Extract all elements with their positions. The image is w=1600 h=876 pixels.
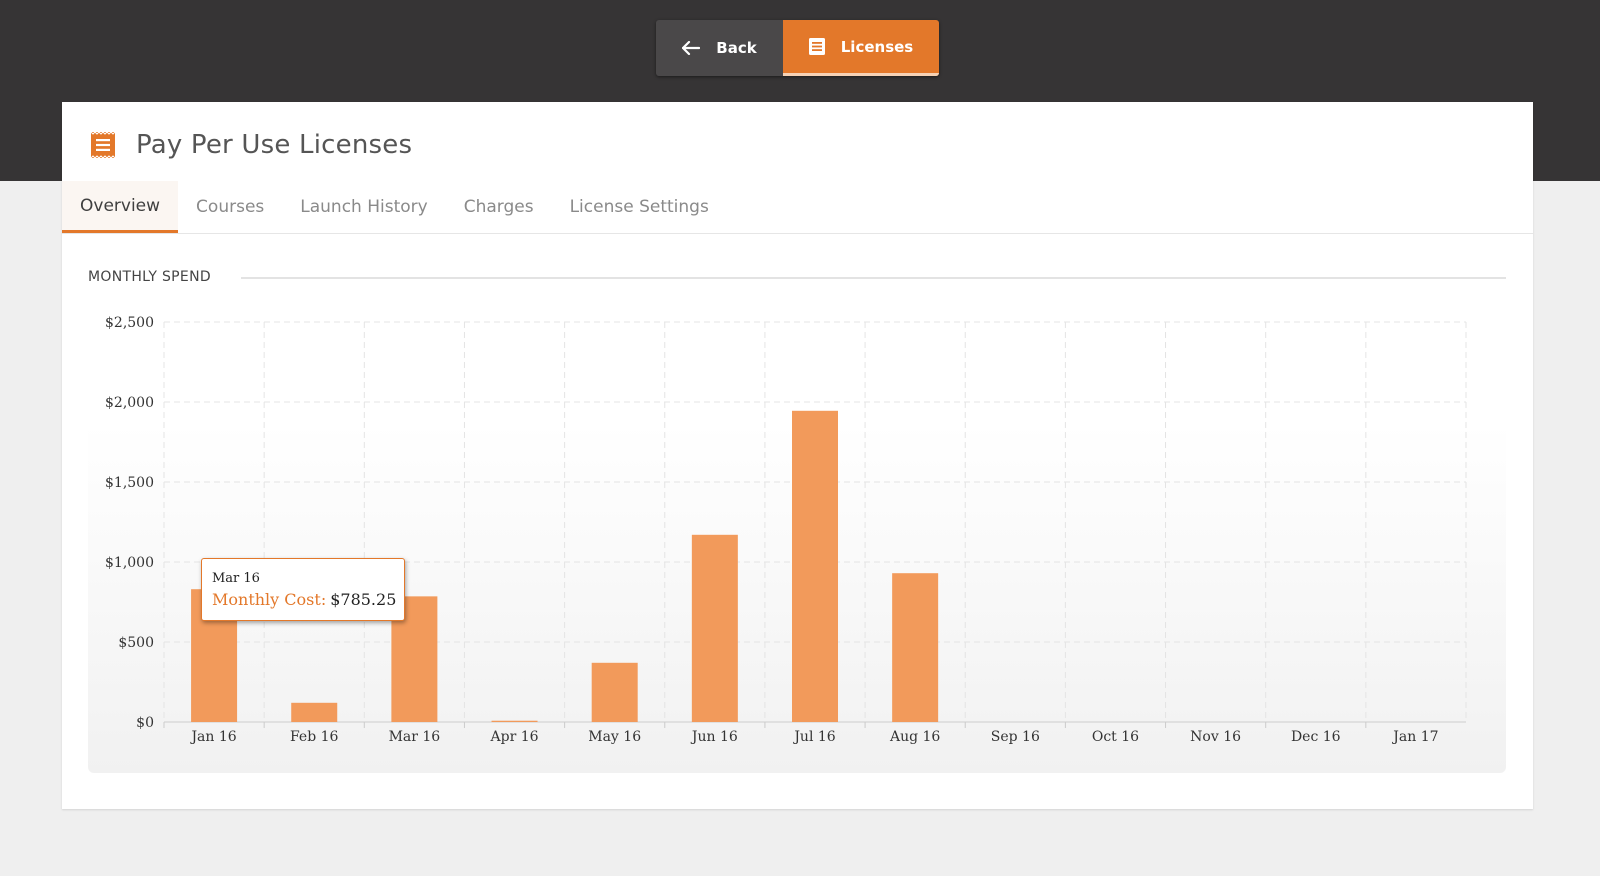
card-header: Pay Per Use Licenses: [90, 130, 412, 160]
tab-charges[interactable]: Charges: [446, 181, 552, 233]
tab-courses[interactable]: Courses: [178, 181, 282, 233]
bar: [591, 662, 638, 722]
y-tick-label: $2,000: [105, 395, 154, 411]
chart-tooltip: Mar 16 Monthly Cost: $785.25: [201, 558, 405, 621]
tab-bar: Overview Courses Launch History Charges …: [62, 181, 1533, 234]
tooltip-series-label: Monthly Cost:: [212, 590, 327, 609]
x-tick-label: Sep 16: [991, 729, 1040, 745]
y-tick-label: $0: [136, 715, 154, 731]
bar: [491, 720, 538, 722]
back-button-label: Back: [716, 39, 757, 57]
bar: [892, 573, 939, 722]
license-stamp-icon: [90, 131, 116, 159]
x-tick-label: Dec 16: [1291, 729, 1341, 745]
y-tick-label: $2,500: [105, 315, 154, 331]
x-tick-label: Nov 16: [1190, 729, 1241, 745]
x-tick-label: Jan 16: [189, 729, 236, 745]
tooltip-title: Mar 16: [212, 571, 260, 586]
tab-license-settings[interactable]: License Settings: [552, 181, 727, 233]
tab-overview[interactable]: Overview: [62, 181, 179, 233]
x-tick-label: May 16: [588, 729, 641, 745]
tab-launch-history[interactable]: Launch History: [282, 181, 445, 233]
license-document-icon: [808, 38, 825, 55]
x-tick-label: Jun 16: [690, 729, 738, 745]
x-tick-label: Oct 16: [1092, 729, 1139, 745]
y-tick-label: $1,500: [105, 475, 154, 491]
monthly-spend-chart: $0 $500 $1,000 $1,500 $2,000 $2,500 Jan 16 Feb …: [105, 315, 1467, 745]
y-tick-label: $500: [118, 635, 154, 651]
y-tick-label: $1,000: [105, 555, 154, 571]
arrow-left-icon: [682, 41, 701, 55]
top-nav: Back Licenses: [656, 20, 939, 76]
x-tick-label: Jul 16: [792, 729, 835, 745]
page-title: Pay Per Use Licenses: [136, 130, 413, 160]
tooltip-value: $785.25: [330, 590, 397, 609]
licenses-card: Pay Per Use Licenses Overview Courses La…: [62, 102, 1533, 809]
x-tick-label: Mar 16: [389, 729, 441, 745]
x-tick-label: Feb 16: [290, 729, 339, 745]
licenses-button[interactable]: Licenses: [783, 20, 939, 76]
back-button[interactable]: Back: [656, 20, 783, 76]
monthly-spend-chart-panel: $0 $500 $1,000 $1,500 $2,000 $2,500 Jan 16 Feb …: [88, 307, 1506, 773]
section-divider: [241, 277, 1506, 279]
bar: [691, 534, 738, 722]
x-tick-label: Jan 17: [1391, 729, 1438, 745]
licenses-button-label: Licenses: [840, 37, 914, 56]
x-tick-label: Aug 16: [889, 729, 940, 745]
bar: [291, 702, 338, 722]
section-title: MONTHLY SPEND: [88, 269, 211, 285]
bar: [792, 410, 838, 722]
x-tick-label: Apr 16: [490, 729, 539, 745]
